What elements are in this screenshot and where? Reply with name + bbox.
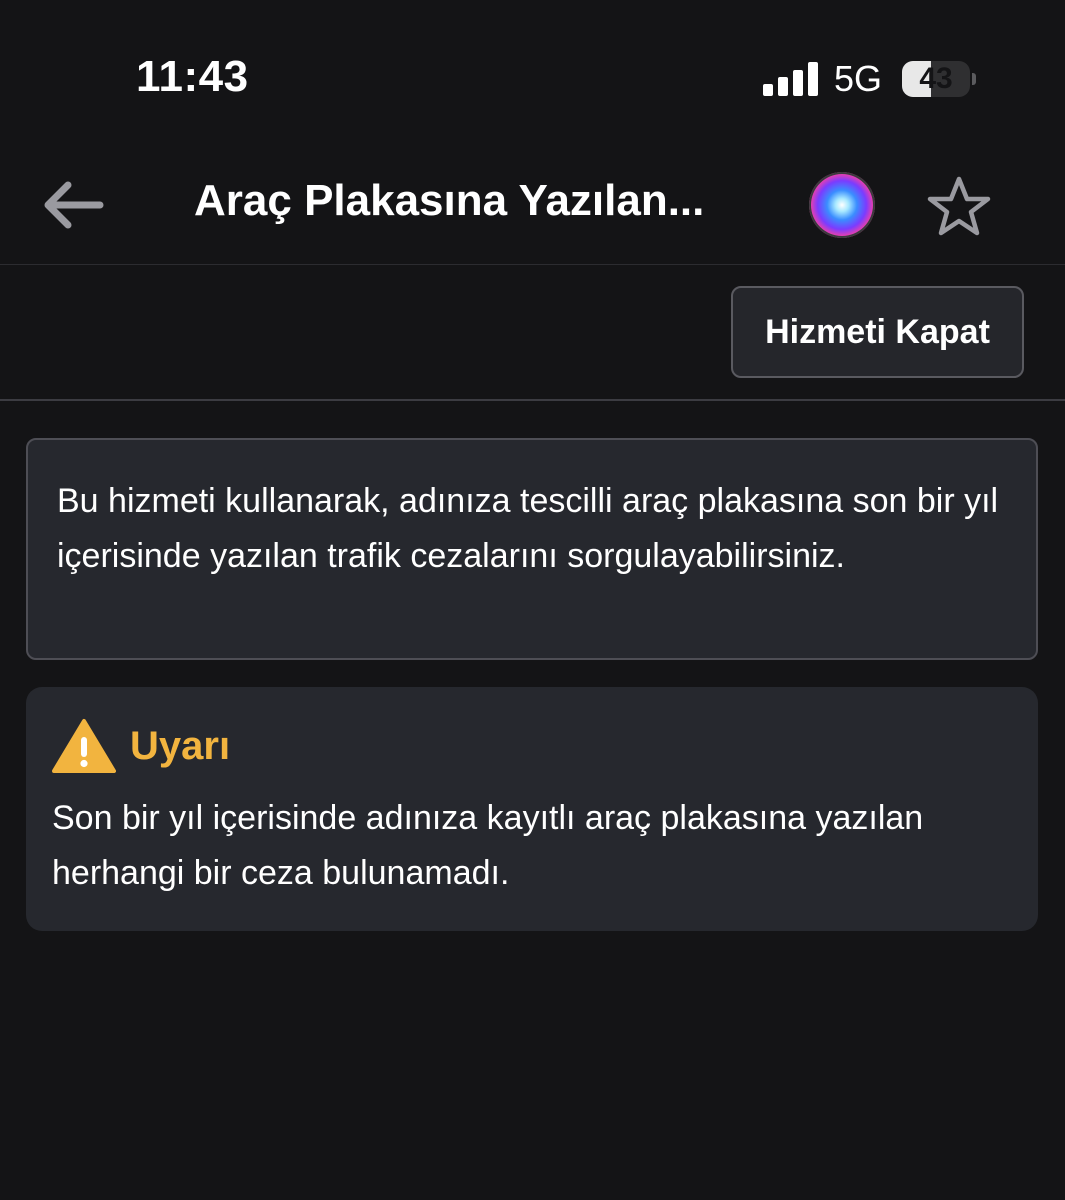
page-title: Araç Plakasına Yazılan... [194,176,705,225]
network-type: 5G [834,58,883,99]
back-button[interactable] [36,172,108,238]
navigation-bar: Araç Plakasına Yazılan... [0,150,1065,265]
arrow-left-icon [44,181,104,229]
warning-box: Uyarı Son bir yıl içerisinde adınıza kay… [26,687,1038,931]
battery-level: 43 [919,62,953,95]
close-service-button[interactable]: Hizmeti Kapat [731,286,1024,378]
signal-strength-icon [763,62,818,96]
status-bar: 11:43 5G 43 [0,0,1065,150]
warning-text: Son bir yıl içerisinde adınıza kayıtlı a… [52,799,924,892]
warning-triangle-icon [52,719,116,773]
battery-cap [972,73,976,85]
warning-header: Uyarı [52,715,1012,777]
star-outline-icon [927,176,991,236]
service-toolbar: Hizmeti Kapat [0,266,1065,401]
status-time: 11:43 [136,52,249,101]
siri-icon[interactable] [809,172,875,238]
info-text: Bu hizmeti kullanarak, adınıza tescilli … [57,482,999,575]
info-box: Bu hizmeti kullanarak, adınıza tescilli … [26,438,1038,660]
app-screen: 11:43 5G 43 Araç Plakasına Yazılan... Hi… [0,0,1065,1200]
battery-icon: 43 [902,61,970,97]
favorite-button[interactable] [925,174,993,238]
warning-title: Uyarı [130,723,231,768]
